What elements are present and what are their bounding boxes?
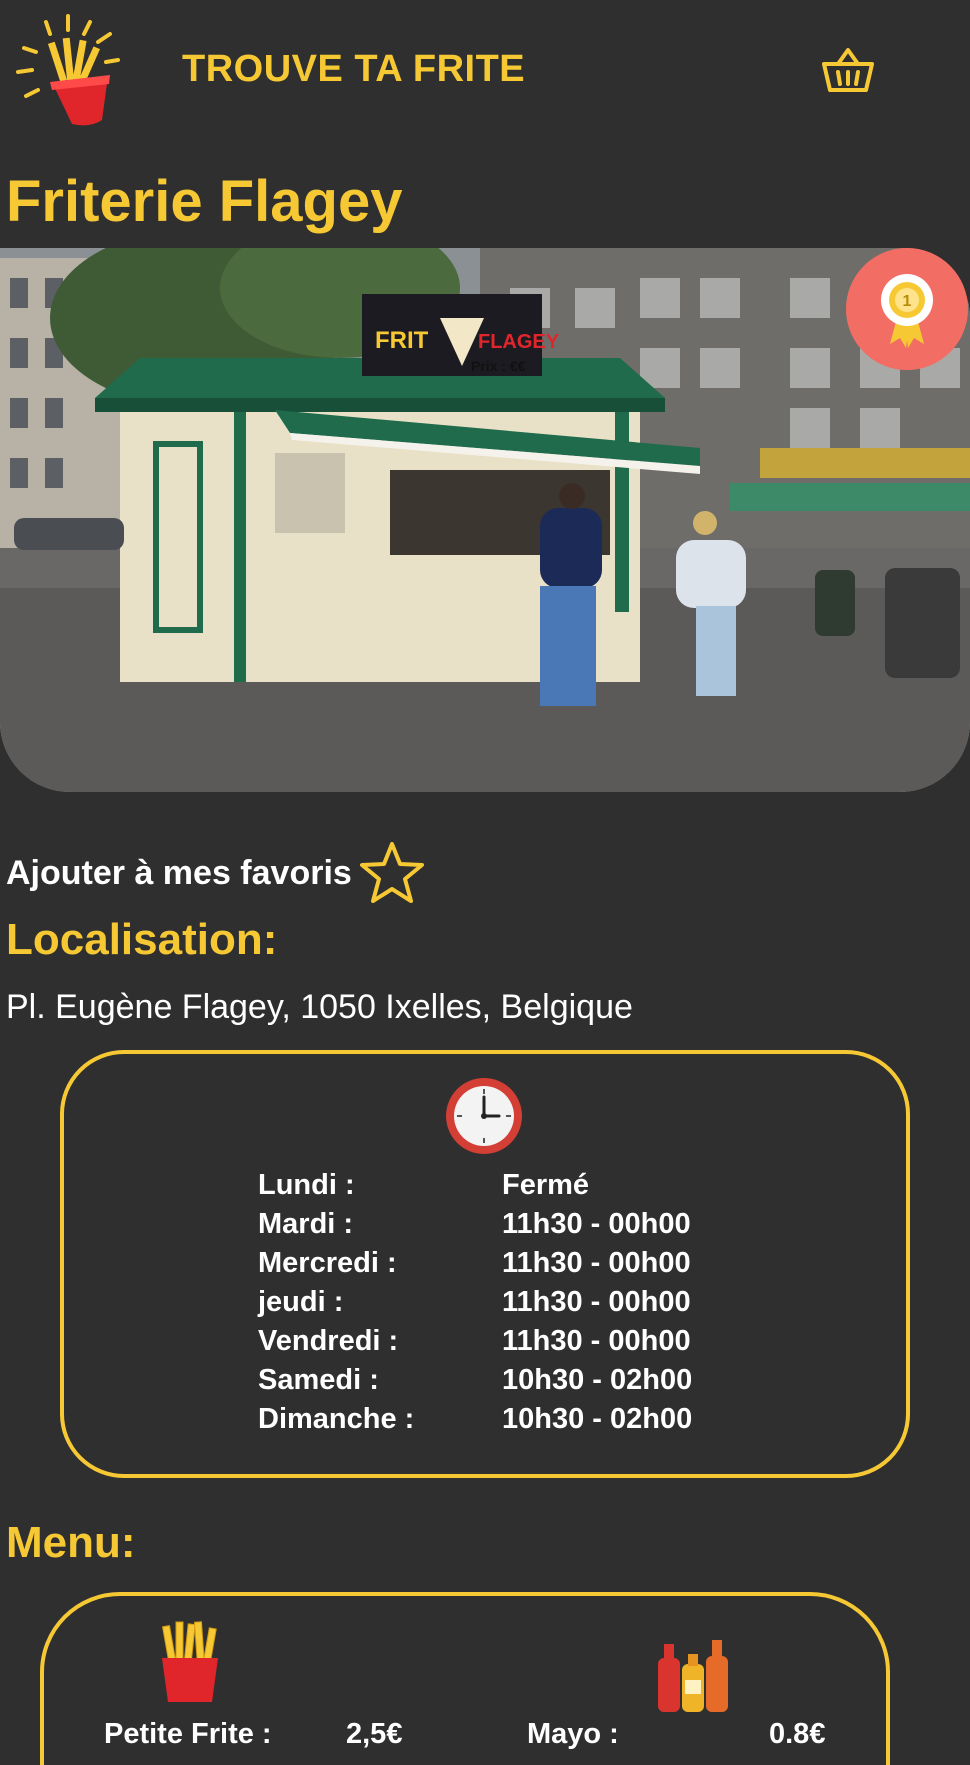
svg-text:FRIT: FRIT: [375, 327, 429, 354]
hours-time: 11h30 - 00h00: [502, 1208, 691, 1240]
hours-row: Mardi : 11h30 - 00h00: [258, 1205, 758, 1244]
place-photo[interactable]: FRIT FLAGEY: [0, 248, 970, 792]
hours-row: Mercredi : 11h30 - 00h00: [258, 1244, 758, 1283]
friterie-photo-image: FRIT FLAGEY: [0, 248, 970, 792]
hours-day: Samedi :: [258, 1364, 379, 1396]
address-text: Pl. Eugène Flagey, 1050 Ixelles, Belgiqu…: [6, 988, 633, 1026]
menu-item-name: Petite Frite :: [104, 1718, 272, 1750]
hours-row: Lundi : Fermé: [258, 1166, 758, 1205]
basket-icon[interactable]: [820, 44, 876, 96]
hours-row: Samedi : 10h30 - 02h00: [258, 1361, 758, 1400]
hours-time: 10h30 - 02h00: [502, 1364, 693, 1396]
hours-time: 11h30 - 00h00: [502, 1247, 691, 1279]
sauce-item-name: Mayo :: [527, 1718, 619, 1750]
hours-row: Vendredi : 11h30 - 00h00: [258, 1322, 758, 1361]
rank-medal-icon: 1: [846, 248, 968, 370]
hours-day: Mercredi :: [258, 1247, 397, 1279]
svg-text:FLAGEY: FLAGEY: [478, 331, 560, 353]
hours-time: 11h30 - 00h00: [502, 1325, 691, 1357]
opening-hours-list: Lundi : Fermé Mardi : 11h30 - 00h00 Merc…: [258, 1166, 758, 1439]
sauce-bottles-icon: [658, 1640, 728, 1712]
star-outline-icon[interactable]: [358, 840, 426, 906]
hours-time: 10h30 - 02h00: [502, 1403, 693, 1435]
hours-row: jeudi : 11h30 - 00h00: [258, 1283, 758, 1322]
hours-day: jeudi :: [258, 1286, 344, 1318]
hours-time: 11h30 - 00h00: [502, 1286, 691, 1318]
app-title: TROUVE TA FRITE: [182, 48, 526, 90]
hours-time: Fermé: [502, 1169, 590, 1201]
fries-cup-logo-icon[interactable]: [10, 12, 130, 132]
photo-price-label: Prix : €€: [471, 358, 526, 374]
hours-row: Dimanche : 10h30 - 02h00: [258, 1400, 758, 1439]
sauce-item-price: 0.8€: [769, 1718, 826, 1750]
clock-icon: [446, 1078, 522, 1154]
hours-day: Lundi :: [258, 1169, 355, 1201]
app-header: TROUVE TA FRITE: [0, 0, 970, 150]
hours-day: Mardi :: [258, 1208, 354, 1240]
fries-icon: [161, 1621, 218, 1702]
menu-item-price: 2,5€: [346, 1718, 403, 1750]
place-title: Friterie Flagey: [6, 169, 403, 234]
location-heading: Localisation:: [6, 915, 278, 964]
add-to-favorites[interactable]: Ajouter à mes favoris: [6, 840, 426, 906]
rank-badge-number: 1: [903, 293, 912, 310]
hours-day: Dimanche :: [258, 1403, 415, 1435]
favorite-label: Ajouter à mes favoris: [6, 853, 352, 892]
hours-day: Vendredi :: [258, 1325, 399, 1357]
menu-heading: Menu:: [6, 1518, 136, 1567]
